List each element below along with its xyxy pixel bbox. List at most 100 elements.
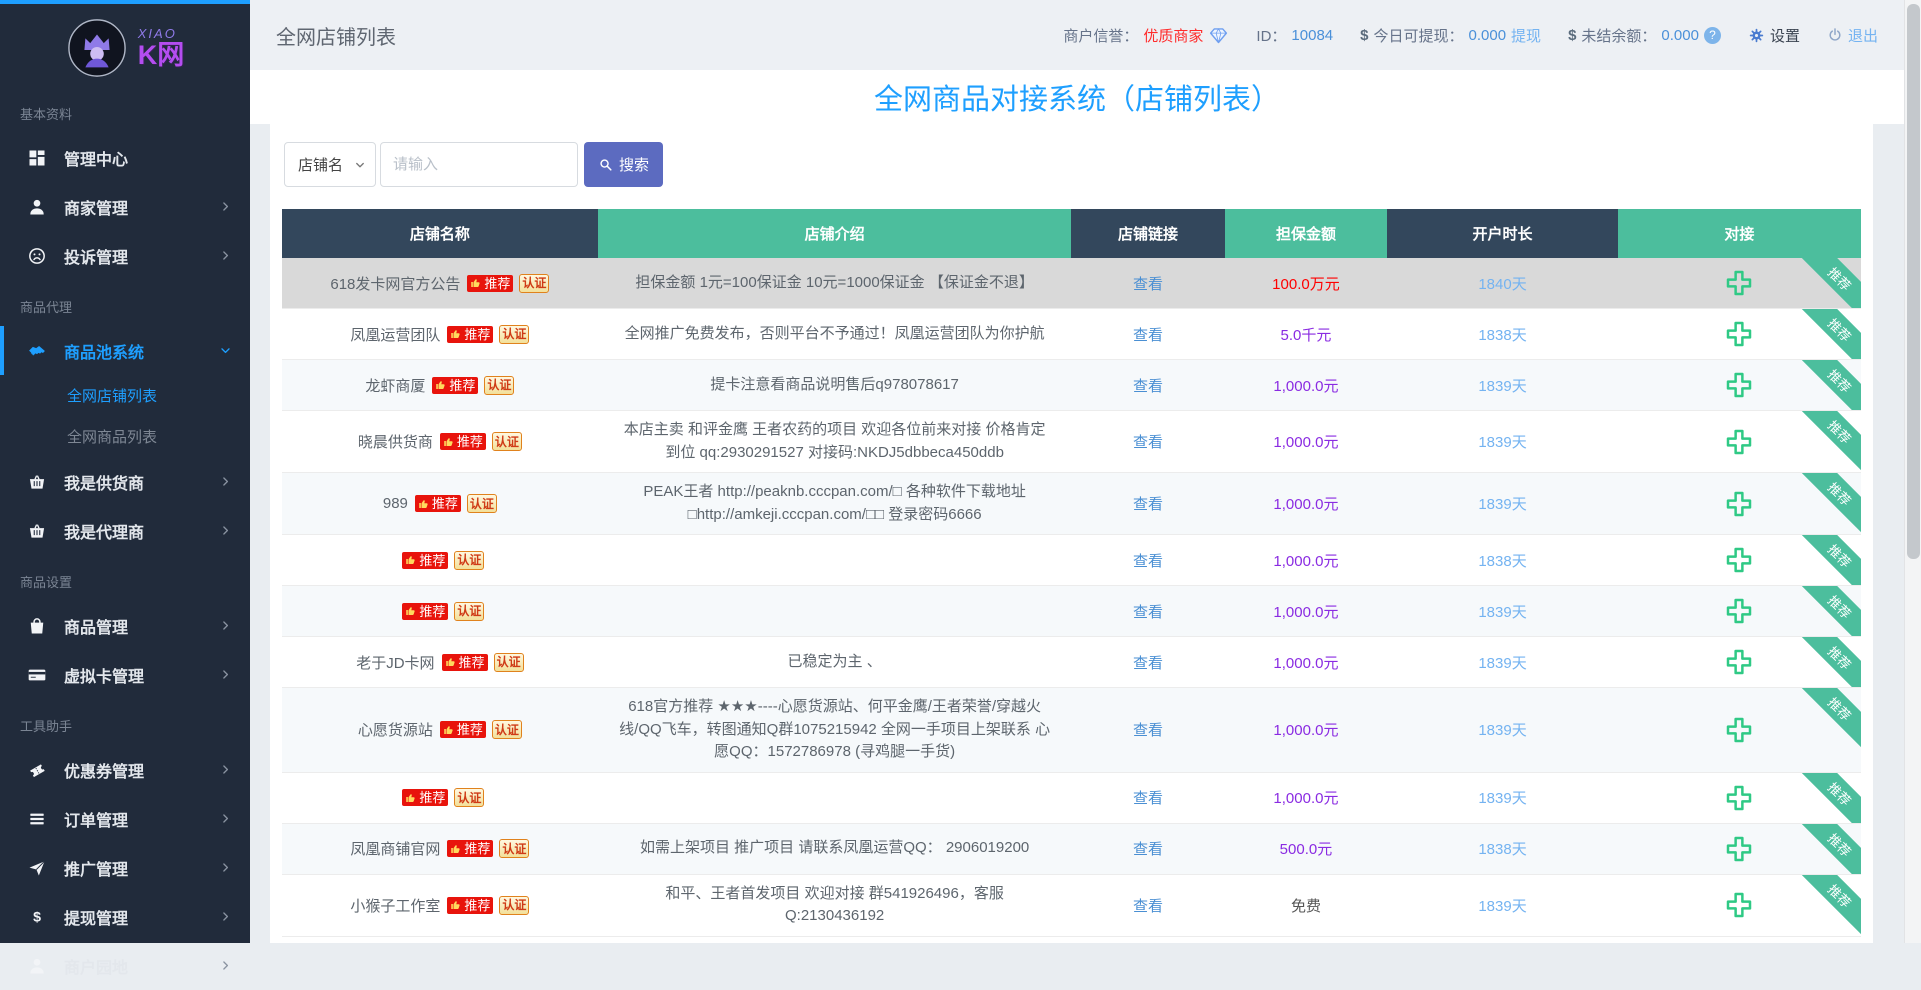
recommend-ribbon: 推荐 xyxy=(1796,258,1861,308)
shop-link-cell: 查看 xyxy=(1071,309,1224,359)
table-row: 推荐认证查看1,000.0元1839天推荐 xyxy=(282,773,1861,824)
view-link[interactable]: 查看 xyxy=(1133,375,1163,396)
shop-link-cell: 查看 xyxy=(1071,586,1224,636)
view-link[interactable]: 查看 xyxy=(1133,895,1163,916)
recommend-badge: 推荐 xyxy=(402,552,448,569)
recommend-badge-label: 推荐 xyxy=(464,899,490,912)
connect-button[interactable] xyxy=(1724,596,1754,626)
recommend-badge: 推荐 xyxy=(442,654,488,671)
view-link[interactable]: 查看 xyxy=(1133,273,1163,294)
connect-button[interactable] xyxy=(1724,545,1754,575)
chevron-right-icon xyxy=(219,959,232,972)
sidebar-subitem-all-shop-list[interactable]: 全网店铺列表 xyxy=(0,375,250,416)
shop-intro-cell: 如需上架项目 推广项目 请联系凤凰运营QQ： 2906019200 xyxy=(598,824,1072,874)
sidebar-item-complaint-management[interactable]: 投诉管理 xyxy=(0,231,250,280)
sidebar-section-label: 基本资料 xyxy=(0,87,250,133)
column-header-4: 担保金额 xyxy=(1225,209,1388,258)
search-field-select[interactable]: 店铺名 xyxy=(284,142,376,187)
sidebar-section-label: 工具助手 xyxy=(0,699,250,745)
settings[interactable]: 设置 xyxy=(1748,25,1800,46)
guarantee-amount-cell: 1,000.0元 xyxy=(1225,411,1388,472)
open-days-cell: 1838天 xyxy=(1387,824,1618,874)
search-bar: 店铺名 搜索 xyxy=(284,142,1861,187)
sidebar-item-i-am-agent[interactable]: 我是代理商 xyxy=(0,506,250,555)
search-input[interactable] xyxy=(380,142,578,187)
sidebar-item-label: 商家管理 xyxy=(64,195,128,219)
connect-button[interactable] xyxy=(1724,783,1754,813)
recommend-badge: 推荐 xyxy=(402,603,448,620)
help-icon[interactable]: ? xyxy=(1704,27,1721,44)
shop-link-cell: 查看 xyxy=(1071,637,1224,687)
shop-name-cell: 凤凰运营团队推荐认证 xyxy=(282,309,598,359)
sidebar-item-merchant-garden[interactable]: 商户园地 xyxy=(0,941,250,990)
sidebar-item-i-am-supplier[interactable]: 我是供货商 xyxy=(0,457,250,506)
connect-cell: 推荐 xyxy=(1618,258,1861,308)
sidebar-item-product-pool-system[interactable]: 商品池系统 xyxy=(0,326,250,375)
thumb-up-icon xyxy=(405,792,417,804)
connect-button[interactable] xyxy=(1724,427,1754,457)
merchant-credit: 商户信誉： 优质商家 xyxy=(1063,25,1229,46)
connect-button[interactable] xyxy=(1724,268,1754,298)
sidebar-item-promotion-management[interactable]: 推广管理 xyxy=(0,843,250,892)
open-days: 1839天 xyxy=(1478,375,1526,396)
sidebar-item-virtual-card-management[interactable]: 虚拟卡管理 xyxy=(0,650,250,699)
person-icon xyxy=(27,956,47,976)
shop-link-cell: 查看 xyxy=(1071,360,1224,410)
shop-name: 989 xyxy=(383,495,408,512)
sidebar-subitem-all-product-list[interactable]: 全网商品列表 xyxy=(0,416,250,457)
search-button[interactable]: 搜索 xyxy=(584,142,663,187)
recommend-badge: 推荐 xyxy=(447,326,493,343)
sidebar-item-merchant-management[interactable]: 商家管理 xyxy=(0,182,250,231)
connect-button[interactable] xyxy=(1724,715,1754,745)
scrollbar-thumb[interactable] xyxy=(1907,4,1920,559)
shop-name-cell: 龙虾商厦推荐认证 xyxy=(282,360,598,410)
sidebar-item-coupon-management[interactable]: 优惠券管理 xyxy=(0,745,250,794)
shop-intro-cell: 和平、王者首发项目 欢迎对接 群541926496，客服Q:2130436192 xyxy=(598,875,1072,936)
view-link[interactable]: 查看 xyxy=(1133,652,1163,673)
sidebar-item-order-management[interactable]: 订单管理 xyxy=(0,794,250,843)
certified-badge: 认证 xyxy=(499,325,529,344)
sidebar-item-label: 虚拟卡管理 xyxy=(64,663,144,687)
guarantee-amount-cell: 1,000.0元 xyxy=(1225,360,1388,410)
scrollbar[interactable] xyxy=(1904,0,1921,943)
column-header-6: 对接 xyxy=(1618,209,1861,258)
open-days: 1839天 xyxy=(1478,493,1526,514)
view-link[interactable]: 查看 xyxy=(1133,838,1163,859)
coupon-icon xyxy=(27,760,47,780)
recommend-badge: 推荐 xyxy=(432,377,478,394)
shop-intro-cell: 担保金额 1元=100保证金 10元=1000保证金 【保证金不退】 xyxy=(598,258,1072,308)
connect-button[interactable] xyxy=(1724,319,1754,349)
view-link[interactable]: 查看 xyxy=(1133,431,1163,452)
connect-button[interactable] xyxy=(1724,489,1754,519)
id-label: ID： xyxy=(1256,25,1286,46)
view-link[interactable]: 查看 xyxy=(1133,550,1163,571)
connect-button[interactable] xyxy=(1724,890,1754,920)
system-title: 全网商品对接系统（店铺列表） xyxy=(874,76,1280,118)
view-link[interactable]: 查看 xyxy=(1133,324,1163,345)
shop-intro-cell: 提卡注意看商品说明售后q978078617 xyxy=(598,360,1072,410)
view-link[interactable]: 查看 xyxy=(1133,601,1163,622)
guarantee-amount-cell: 1,000.0元 xyxy=(1225,473,1388,534)
thumb-up-icon xyxy=(435,379,447,391)
view-link[interactable]: 查看 xyxy=(1133,787,1163,808)
open-days-cell: 1839天 xyxy=(1387,586,1618,636)
chevron-right-icon xyxy=(219,668,232,681)
sidebar-item-label: 商户园地 xyxy=(64,954,128,978)
guarantee-amount-cell: 1,000.0元 xyxy=(1225,586,1388,636)
connect-button[interactable] xyxy=(1724,647,1754,677)
connect-button[interactable] xyxy=(1724,370,1754,400)
guarantee-amount: 100.0万元 xyxy=(1272,273,1340,294)
connect-button[interactable] xyxy=(1724,834,1754,864)
view-link[interactable]: 查看 xyxy=(1133,493,1163,514)
open-days: 1839天 xyxy=(1478,431,1526,452)
shop-link-cell: 查看 xyxy=(1071,535,1224,585)
column-header-2: 店铺介绍 xyxy=(598,209,1072,258)
sidebar-item-management-center[interactable]: 管理中心 xyxy=(0,133,250,182)
guarantee-amount-cell: 1,000.0元 xyxy=(1225,535,1388,585)
withdraw-link[interactable]: 提现 xyxy=(1511,25,1541,46)
merchant-credit-label: 商户信誉： xyxy=(1063,25,1138,46)
view-link[interactable]: 查看 xyxy=(1133,719,1163,740)
sidebar-item-withdraw-management[interactable]: $提现管理 xyxy=(0,892,250,941)
logout[interactable]: 退出 xyxy=(1827,25,1878,46)
sidebar-item-product-management[interactable]: 商品管理 xyxy=(0,601,250,650)
